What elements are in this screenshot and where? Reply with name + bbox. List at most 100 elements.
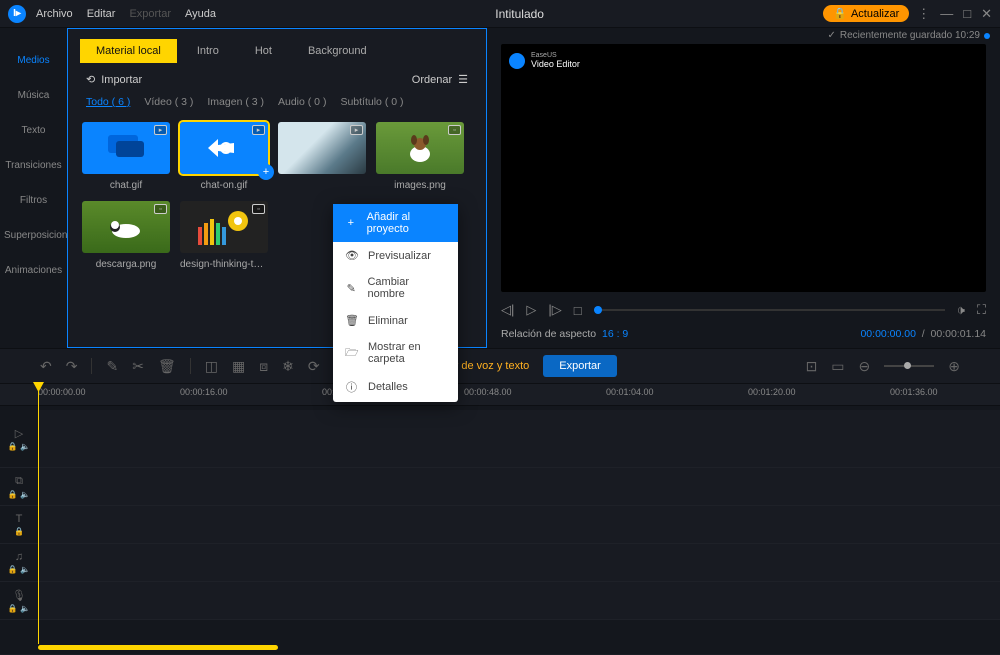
media-badge-icon: ▸ [154, 125, 167, 135]
filter-todo[interactable]: Todo ( 6 ) [86, 96, 130, 108]
edit-icon[interactable]: ✎ [106, 358, 118, 375]
stop-button[interactable]: □ [574, 303, 582, 318]
media-item[interactable]: ▸ chat.gif [82, 122, 170, 191]
kebab-icon[interactable]: ⋮ [917, 6, 930, 22]
list-icon: ☰ [458, 73, 468, 86]
cut-button[interactable]: ✂ [132, 358, 144, 375]
import-button[interactable]: ⟲ Importar [86, 73, 142, 86]
preview-screen[interactable]: EaseUSVideo Editor [501, 44, 986, 292]
menu-ayuda[interactable]: Ayuda [185, 8, 216, 20]
sidebar-item-animaciones[interactable]: Animaciones [0, 253, 67, 288]
preview-panel: EaseUSVideo Editor ◁| ▷ |▷ □ 🕩 ⛶ Relació… [487, 28, 1000, 348]
zoom-slider[interactable] [884, 365, 934, 367]
volume-button[interactable]: 🕩 [957, 302, 965, 318]
speed-button[interactable]: ⟳ [308, 358, 320, 375]
filter-imagen[interactable]: Imagen ( 3 ) [207, 96, 264, 108]
add-to-project-icon[interactable]: + [258, 164, 274, 180]
main-menu: Archivo Editar Exportar Ayuda [36, 8, 216, 20]
tab-material-local[interactable]: Material local [80, 39, 177, 63]
filter-subtitulo[interactable]: Subtítulo ( 0 ) [340, 96, 403, 108]
close-button[interactable]: ✕ [981, 6, 992, 22]
media-name: design-thinking-tools [180, 259, 268, 270]
voice-track[interactable]: 🎙 🔒 🔈 [0, 582, 1000, 620]
export-button[interactable]: Exportar [543, 355, 617, 377]
fit-button[interactable]: ⊡ [806, 358, 818, 375]
ctx-delete[interactable]: 🗑 Eliminar [333, 307, 458, 334]
zoom-out-button[interactable]: ⊖ [859, 358, 871, 375]
ctx-add-to-project[interactable]: + Añadir al proyecto [333, 204, 458, 242]
split-button[interactable]: ⧈ [259, 358, 268, 375]
status-dot-icon [984, 33, 990, 39]
crop-button[interactable]: ◫ [205, 358, 218, 375]
lock-icon[interactable]: 🔒 🔈 [8, 490, 30, 499]
time-display: 00:00:00.00 / 00:00:01.14 [860, 328, 986, 340]
info-icon: ⓘ [345, 379, 358, 395]
video-track[interactable]: ▷🔒 🔈 [0, 410, 1000, 468]
timeline: 00:00:00.00 00:00:16.00 00:00:32.00 00:0… [0, 384, 1000, 654]
delete-button[interactable]: 🗑 [158, 358, 176, 375]
media-item[interactable]: ▫ descarga.png [82, 201, 170, 270]
menu-archivo[interactable]: Archivo [36, 8, 73, 20]
sidebar-item-musica[interactable]: Música [0, 78, 67, 113]
aspect-ratio[interactable]: Relación de aspecto 16 : 9 [501, 328, 628, 340]
sidebar: Medios Música Texto Transiciones Filtros… [0, 28, 67, 348]
tab-background[interactable]: Background [292, 39, 383, 63]
fullscreen-button[interactable]: ⛶ [977, 302, 986, 318]
maximize-button[interactable]: □ [963, 6, 971, 22]
marker-button[interactable]: ▭ [831, 358, 844, 375]
redo-button[interactable]: ↷ [66, 358, 78, 375]
menu-exportar[interactable]: Exportar [129, 8, 171, 20]
plus-icon: + [345, 217, 357, 229]
filter-audio[interactable]: Audio ( 0 ) [278, 96, 326, 108]
media-badge-icon: ▫ [448, 125, 461, 135]
media-item[interactable]: ▫ images.png [376, 122, 464, 191]
seek-bar[interactable] [594, 309, 945, 311]
media-badge-icon: ▫ [252, 204, 265, 214]
play-button[interactable]: ▷ [526, 302, 536, 318]
ctx-show-in-folder[interactable]: 🗁 Mostrar en carpeta [333, 334, 458, 372]
timeline-scrollbar[interactable] [38, 645, 278, 650]
timeline-ruler[interactable]: 00:00:00.00 00:00:16.00 00:00:32.00 00:0… [0, 384, 1000, 406]
media-badge-icon: ▸ [350, 125, 363, 135]
undo-button[interactable]: ↶ [40, 358, 52, 375]
prev-frame-button[interactable]: ◁| [501, 302, 514, 318]
update-button[interactable]: 🔒 Actualizar [823, 5, 909, 22]
freeze-button[interactable]: ❄ [282, 358, 294, 375]
minimize-button[interactable]: — [940, 6, 953, 22]
voice-track-icon: 🎙 [12, 589, 26, 602]
sidebar-item-transiciones[interactable]: Transiciones [0, 148, 67, 183]
sort-button[interactable]: Ordenar ☰ [412, 73, 468, 86]
ctx-details[interactable]: ⓘ Detalles [333, 372, 458, 402]
mosaic-button[interactable]: ▦ [232, 358, 245, 375]
lock-icon[interactable]: 🔒 🔈 [8, 442, 30, 451]
title-bar: I▸ Archivo Editar Exportar Ayuda Intitul… [0, 0, 1000, 28]
sidebar-item-filtros[interactable]: Filtros [0, 183, 67, 218]
ctx-preview[interactable]: 👁 Previsualizar [333, 242, 458, 269]
text-track[interactable]: T🔒 [0, 506, 1000, 544]
zoom-in-button[interactable]: ⊕ [948, 358, 960, 375]
sidebar-item-superposiciones[interactable]: Superposiciones [0, 218, 67, 253]
next-frame-button[interactable]: |▷ [548, 302, 561, 318]
dog-image-icon [400, 128, 440, 168]
seek-thumb[interactable] [594, 306, 602, 314]
lock-icon[interactable]: 🔒 🔈 [8, 604, 30, 613]
lock-icon[interactable]: 🔒 [14, 527, 24, 536]
playhead[interactable] [38, 384, 39, 644]
overlay-track[interactable]: ⧉🔒 🔈 [0, 468, 1000, 506]
media-panel: Material local Intro Hot Background ⟲ Im… [67, 28, 487, 348]
media-item[interactable]: ▸ [278, 122, 366, 191]
brand-logo-icon [509, 53, 525, 69]
media-item[interactable]: ▫ design-thinking-tools [180, 201, 268, 270]
tab-hot[interactable]: Hot [239, 39, 288, 63]
media-name: chat-on.gif [180, 180, 268, 191]
ruler-mark: 00:00:16.00 [180, 387, 228, 397]
ctx-rename[interactable]: ✎ Cambiar nombre [333, 269, 458, 307]
tab-intro[interactable]: Intro [181, 39, 235, 63]
audio-track[interactable]: ♫🔒 🔈 [0, 544, 1000, 582]
filter-video[interactable]: Vídeo ( 3 ) [144, 96, 193, 108]
menu-editar[interactable]: Editar [87, 8, 116, 20]
sidebar-item-texto[interactable]: Texto [0, 113, 67, 148]
lock-icon[interactable]: 🔒 🔈 [8, 565, 30, 574]
media-item[interactable]: ▸ + chat-on.gif [180, 122, 268, 191]
sidebar-item-medios[interactable]: Medios [0, 43, 67, 78]
